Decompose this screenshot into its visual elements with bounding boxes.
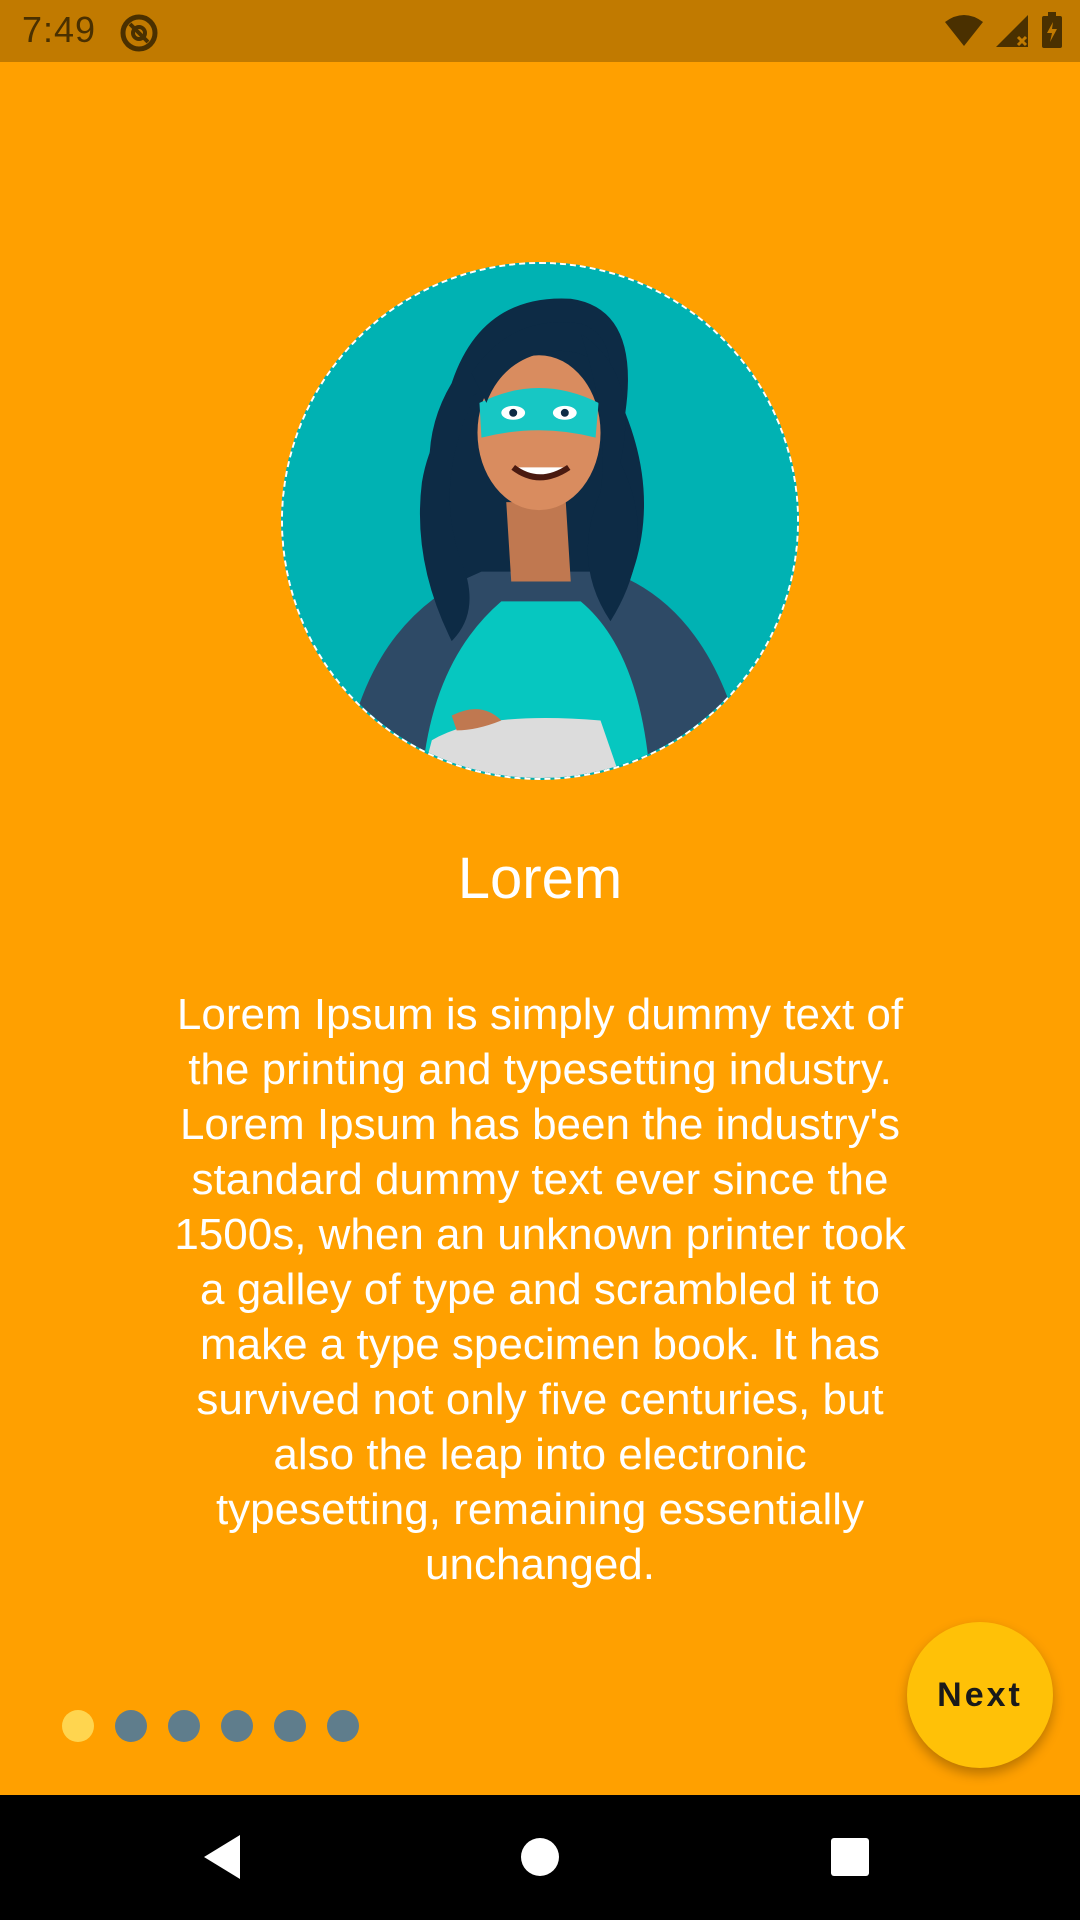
battery-charging-icon bbox=[1040, 12, 1064, 50]
wifi-icon bbox=[944, 14, 984, 48]
page-description: Lorem Ipsum is simply dummy text of the … bbox=[174, 990, 906, 1589]
page-dot-4[interactable] bbox=[221, 1710, 253, 1742]
next-button[interactable]: Next bbox=[907, 1622, 1053, 1768]
app-notification-icon bbox=[118, 12, 160, 54]
status-bar: 7:49 bbox=[0, 0, 1080, 62]
back-icon[interactable] bbox=[196, 1825, 260, 1889]
woman-avatar-illustration bbox=[281, 262, 799, 780]
onboarding-screen: 7:49 Lorem Lorem Ipsum is simply dummy t… bbox=[0, 0, 1080, 1920]
page-title: Lorem bbox=[457, 846, 623, 911]
page-dot-6[interactable] bbox=[327, 1710, 359, 1742]
status-time: 7:49 bbox=[22, 9, 97, 50]
navigation-bar bbox=[0, 1795, 1080, 1920]
status-icons bbox=[944, 12, 1064, 50]
recents-icon[interactable] bbox=[818, 1825, 882, 1889]
signal-icon bbox=[994, 13, 1030, 49]
page-indicator bbox=[62, 1710, 359, 1742]
page-dot-2[interactable] bbox=[115, 1710, 147, 1742]
page-dot-3[interactable] bbox=[168, 1710, 200, 1742]
page-dot-1-active[interactable] bbox=[62, 1710, 94, 1742]
home-icon[interactable] bbox=[508, 1825, 572, 1889]
page-dot-5[interactable] bbox=[274, 1710, 306, 1742]
